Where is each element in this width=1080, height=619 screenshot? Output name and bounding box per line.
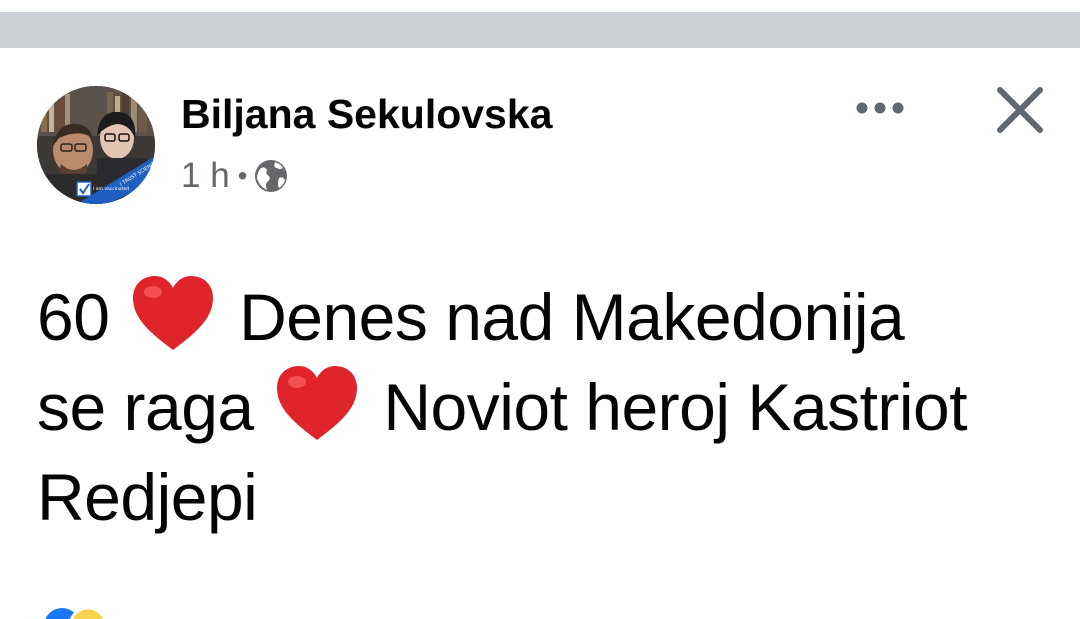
post-timestamp[interactable]: 1 h (181, 156, 230, 196)
post-text: 60 Denes nad Makedonija se raga Noviot h… (37, 272, 1057, 542)
more-options-button[interactable] (848, 86, 912, 130)
avatar-vaccinated-text: I am vaccinated (93, 186, 129, 192)
post-meta: 1 h • (181, 154, 289, 198)
more-horizontal-icon (856, 102, 904, 114)
top-divider-bar (0, 12, 1080, 48)
haha-reaction-icon (69, 606, 107, 619)
red-heart-icon (133, 276, 214, 350)
post-viewer: I TRUST SCIENCE I am vaccinated Biljana … (0, 0, 1080, 619)
post-text-part: se raga (37, 370, 254, 444)
post-text-part: 60 (37, 280, 110, 354)
post-text-part: Denes nad Makedonija (239, 280, 905, 354)
post-text-part: Noviot heroj Kastriot (383, 370, 968, 444)
globe-icon[interactable] (253, 158, 289, 194)
close-icon (997, 87, 1043, 133)
reaction-summary[interactable] (40, 606, 140, 619)
red-heart-icon (277, 366, 358, 440)
post-text-part: Redjepi (37, 460, 258, 534)
avatar[interactable]: I TRUST SCIENCE I am vaccinated (37, 86, 155, 204)
meta-separator: • (237, 160, 248, 191)
close-button[interactable] (990, 80, 1050, 140)
author-name[interactable]: Biljana Sekulovska (181, 88, 552, 140)
